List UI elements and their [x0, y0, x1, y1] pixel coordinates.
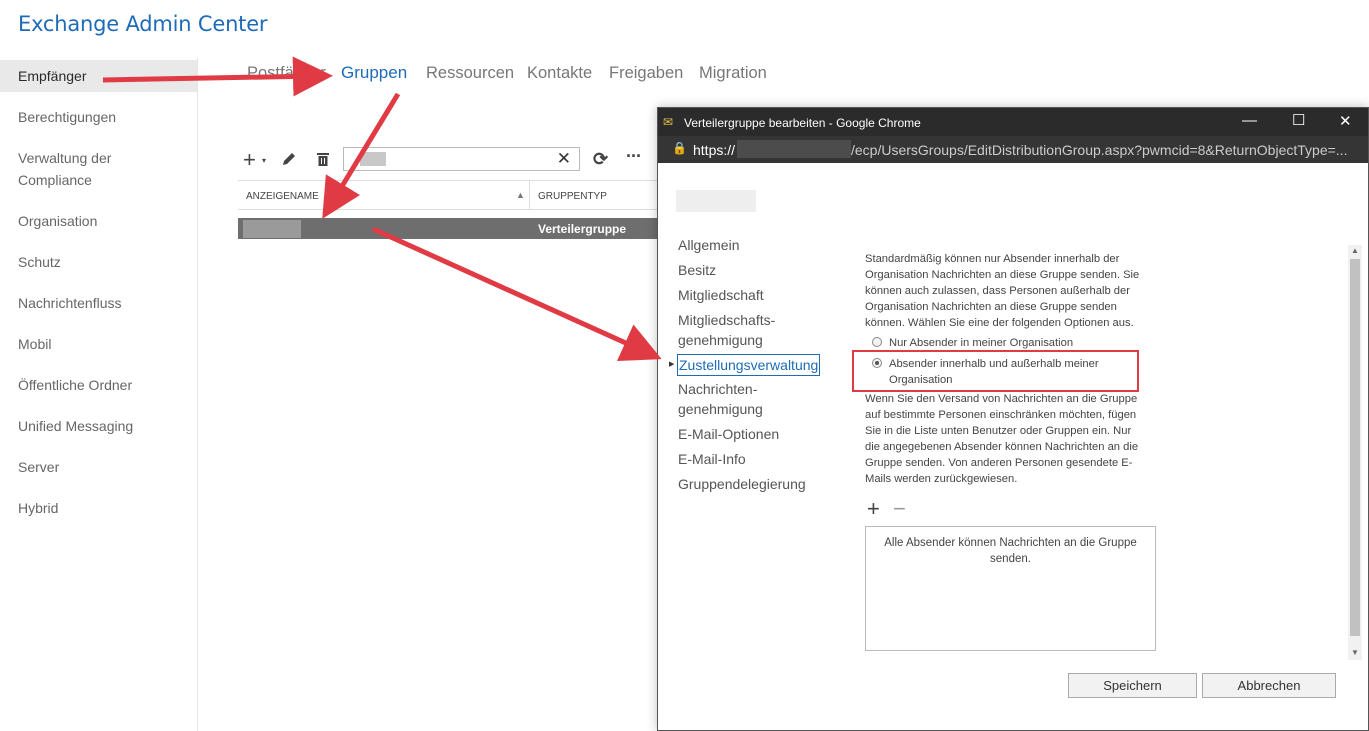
sidebar-item-compliance-line2[interactable]: Compliance: [0, 169, 197, 191]
sidebar-item-server[interactable]: Server: [0, 456, 197, 478]
intro-line: können. Wählen Sie eine der folgenden Op…: [865, 317, 1134, 329]
empty-list-message-line2: senden.: [990, 553, 1031, 565]
restrict-senders-text: Wenn Sie den Versand von Nachrichten an …: [865, 391, 1161, 487]
dialog-nav-gruppendelegierung[interactable]: Gruppendelegierung: [678, 474, 806, 494]
restrict-line: auf bestimmte Personen einschränken möch…: [865, 409, 1137, 421]
sidebar-item-mobil[interactable]: Mobil: [0, 333, 197, 355]
tab-freigaben[interactable]: Freigaben: [609, 64, 683, 83]
dialog-nav-mitgliedschaft[interactable]: Mitgliedschaft: [678, 285, 764, 305]
minimize-icon[interactable]: —: [1242, 112, 1257, 129]
tab-gruppen[interactable]: Gruppen: [341, 63, 407, 83]
selected-nav-indicator-icon: ▶: [669, 361, 675, 368]
intro-line: Organisation Nachrichten an diese Gruppe…: [865, 301, 1117, 313]
edit-icon[interactable]: [281, 151, 297, 167]
intro-line: Standardmäßig können nur Absender innerh…: [865, 253, 1120, 265]
cancel-button[interactable]: Abbrechen: [1202, 673, 1336, 698]
save-button[interactable]: Speichern: [1068, 673, 1197, 698]
restrict-line: Mails werden zurückgewiesen.: [865, 473, 1018, 485]
edit-distribution-group-window: ✉ Verteilergruppe bearbeiten - Google Ch…: [657, 107, 1369, 731]
dialog-nav-nachrichtengenehmigung-line1[interactable]: Nachrichten-: [678, 379, 757, 399]
dialog-nav-zustellungsverwaltung[interactable]: Zustellungsverwaltung: [677, 354, 821, 376]
scroll-up-icon[interactable]: ▲: [1351, 246, 1359, 255]
clear-search-icon[interactable]: ✕: [557, 149, 571, 169]
redacted-group-title: [676, 190, 756, 212]
radio-internal-only[interactable]: [872, 337, 882, 347]
dialog-nav-email-info[interactable]: E-Mail-Info: [678, 449, 746, 469]
restrict-line: Gruppe senden. Von anderen Personen gese…: [865, 457, 1133, 469]
tab-postfaecher[interactable]: Postfächer: [247, 64, 326, 83]
sidebar: Empfänger Berechtigungen Verwaltung der …: [0, 58, 198, 731]
delete-icon[interactable]: [316, 152, 330, 167]
empty-list-message-line1: Alle Absender können Nachrichten an die …: [884, 537, 1137, 549]
add-icon[interactable]: +: [243, 147, 256, 173]
sidebar-item-empfaenger[interactable]: Empfänger: [0, 60, 197, 92]
dialog-nav-mitgliedschaftsgenehmigung-line2[interactable]: genehmigung: [678, 330, 763, 350]
sidebar-item-nachrichtenfluss[interactable]: Nachrichtenfluss: [0, 292, 197, 314]
column-header-anzeigename[interactable]: ANZEIGENAME: [246, 191, 319, 202]
column-header-gruppentyp[interactable]: GRUPPENTYP: [538, 191, 607, 202]
dialog-nav-mitgliedschaftsgenehmigung-line1[interactable]: Mitgliedschafts-: [678, 310, 775, 330]
grid-header: ANZEIGENAME ▲ GRUPPENTYP: [238, 180, 658, 210]
remove-sender-icon[interactable]: −: [893, 496, 906, 522]
url-path: /ecp/UsersGroups/EditDistributionGroup.a…: [851, 142, 1348, 158]
redacted-group-name: [243, 220, 301, 238]
app-title: Exchange Admin Center: [18, 12, 268, 36]
tab-ressourcen[interactable]: Ressourcen: [426, 64, 514, 83]
redacted-host: [737, 140, 851, 158]
address-bar[interactable]: 🔒 https:// /ecp/UsersGroups/EditDistribu…: [658, 136, 1368, 163]
dialog-nav-email-optionen[interactable]: E-Mail-Optionen: [678, 424, 779, 444]
restrict-line: Sie in die Liste unten Benutzer oder Gru…: [865, 425, 1132, 437]
delivery-intro-text: Standardmäßig können nur Absender innerh…: [865, 251, 1161, 331]
close-icon[interactable]: ✕: [1339, 112, 1352, 130]
tab-migration[interactable]: Migration: [699, 64, 767, 83]
annotation-highlight-box: [852, 350, 1139, 392]
group-type-cell: Verteilergruppe: [538, 222, 627, 236]
url-protocol: https://: [693, 142, 736, 158]
restrict-line: Wenn Sie den Versand von Nachrichten an …: [865, 393, 1138, 405]
sidebar-item-oeffentliche-ordner[interactable]: Öffentliche Ordner: [0, 374, 197, 396]
window-app-icon: ✉: [663, 115, 674, 129]
window-titlebar: ✉ Verteilergruppe bearbeiten - Google Ch…: [658, 108, 1368, 136]
scrollbar-thumb[interactable]: [1350, 259, 1360, 636]
intro-line: Organisation Nachrichten an diese Gruppe…: [865, 269, 1140, 281]
restrict-line: die angegebenen Absender können Nachrich…: [865, 441, 1139, 453]
tab-kontakte[interactable]: Kontakte: [527, 64, 592, 83]
dialog-nav-nachrichtengenehmigung-line2[interactable]: genehmigung: [678, 399, 763, 419]
dialog-nav-allgemein[interactable]: Allgemein: [678, 235, 739, 255]
arrow-row-to-zustellungsverwaltung: [371, 226, 662, 361]
sidebar-item-berechtigungen[interactable]: Berechtigungen: [0, 106, 197, 128]
more-options-icon[interactable]: ···: [626, 146, 642, 167]
scrollbar[interactable]: ▲ ▼: [1348, 245, 1362, 660]
scroll-down-icon[interactable]: ▼: [1351, 648, 1359, 657]
add-sender-icon[interactable]: +: [867, 496, 880, 522]
redacted-search-text: [360, 152, 386, 166]
sort-ascending-icon[interactable]: ▲: [516, 190, 525, 200]
lock-icon: 🔒: [672, 141, 687, 155]
search-input[interactable]: ✕: [343, 147, 580, 171]
chevron-down-icon[interactable]: ▾: [262, 156, 266, 165]
sidebar-item-organisation[interactable]: Organisation: [0, 210, 197, 232]
window-title: Verteilergruppe bearbeiten - Google Chro…: [684, 116, 921, 130]
column-divider: [529, 181, 530, 209]
table-row[interactable]: Verteilergruppe: [238, 218, 658, 239]
maximize-icon[interactable]: ☐: [1292, 111, 1305, 129]
refresh-icon[interactable]: ⟳: [593, 149, 608, 170]
sidebar-item-hybrid[interactable]: Hybrid: [0, 497, 197, 519]
dialog-nav-besitz[interactable]: Besitz: [678, 260, 716, 280]
sidebar-item-schutz[interactable]: Schutz: [0, 251, 197, 273]
allowed-senders-list[interactable]: Alle Absender können Nachrichten an die …: [865, 526, 1156, 651]
toolbar: + ▾ ✕ ⟳ ···: [240, 146, 650, 175]
sidebar-item-unified-messaging[interactable]: Unified Messaging: [0, 415, 197, 437]
radio-internal-only-label[interactable]: Nur Absender in meiner Organisation: [889, 335, 1073, 351]
sidebar-item-compliance-line1[interactable]: Verwaltung der: [0, 147, 197, 169]
intro-line: können auch zulassen, dass Personen auße…: [865, 285, 1130, 297]
